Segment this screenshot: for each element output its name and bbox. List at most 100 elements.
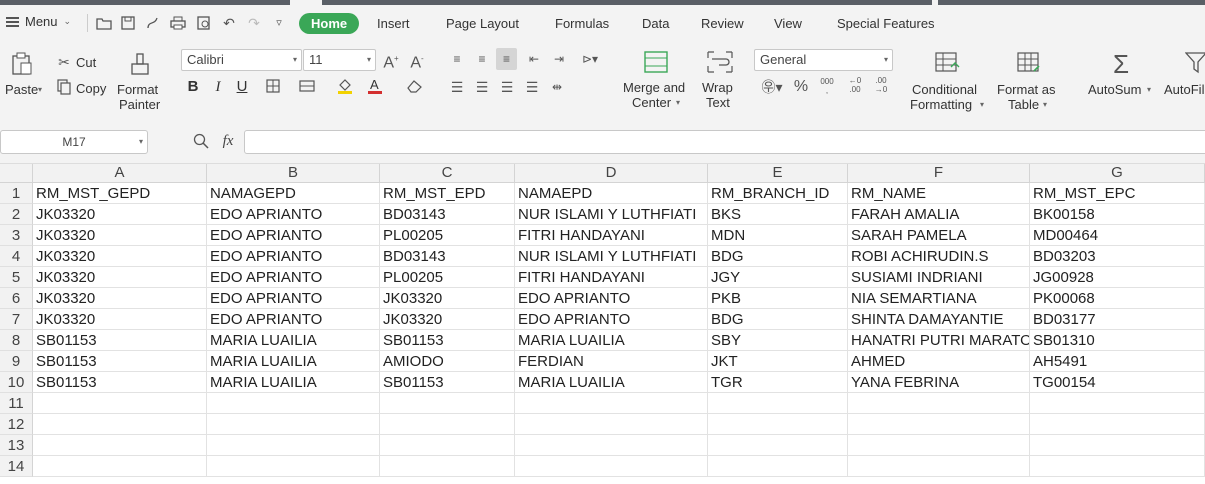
cell[interactable]: SB01153 bbox=[33, 330, 207, 351]
cell[interactable]: YANA FEBRINA bbox=[848, 372, 1030, 393]
cell[interactable]: RM_MST_EPD bbox=[380, 183, 515, 204]
tab-page-layout[interactable]: Page Layout bbox=[446, 16, 519, 31]
bold-button[interactable]: B bbox=[186, 78, 200, 96]
column-header[interactable]: F bbox=[848, 164, 1030, 183]
cell[interactable]: AHMED bbox=[848, 351, 1030, 372]
align-center-icon[interactable]: ☰ bbox=[474, 78, 490, 96]
cell[interactable]: SBY bbox=[708, 330, 848, 351]
column-header[interactable]: D bbox=[515, 164, 708, 183]
currency-format-icon[interactable]: ㉾▾ bbox=[759, 78, 785, 96]
cell[interactable] bbox=[207, 393, 380, 414]
tab-formulas[interactable]: Formulas bbox=[555, 16, 609, 31]
cell[interactable]: MARIA LUAILIA bbox=[515, 330, 708, 351]
cell[interactable]: BD03177 bbox=[1030, 309, 1205, 330]
cell[interactable]: NIA SEMARTIANA bbox=[848, 288, 1030, 309]
cell[interactable]: JK03320 bbox=[33, 288, 207, 309]
formula-input[interactable] bbox=[244, 130, 1205, 154]
print-preview-icon[interactable] bbox=[196, 15, 212, 31]
row-header[interactable]: 6 bbox=[0, 288, 33, 309]
cell[interactable] bbox=[380, 456, 515, 477]
cell[interactable]: SB01153 bbox=[33, 351, 207, 372]
customize-toolbar-icon[interactable]: ▿ bbox=[271, 15, 287, 31]
cell[interactable]: MARIA LUAILIA bbox=[207, 330, 380, 351]
cell[interactable] bbox=[1030, 393, 1205, 414]
align-bottom-icon[interactable]: ≡ bbox=[496, 48, 517, 70]
cell[interactable]: NAMAEPD bbox=[515, 183, 708, 204]
cell[interactable]: BDG bbox=[708, 309, 848, 330]
undo-icon[interactable]: ↶ bbox=[221, 15, 237, 31]
cell[interactable]: JGY bbox=[708, 267, 848, 288]
percent-icon[interactable]: % bbox=[793, 78, 809, 96]
cell[interactable] bbox=[515, 414, 708, 435]
cell[interactable]: MD00464 bbox=[1030, 225, 1205, 246]
row-header[interactable]: 12 bbox=[0, 414, 33, 435]
decrease-font-size-icon[interactable]: A- bbox=[408, 50, 426, 72]
cell[interactable]: BD03203 bbox=[1030, 246, 1205, 267]
cell-style-icon[interactable] bbox=[297, 78, 319, 99]
cell[interactable]: BK00158 bbox=[1030, 204, 1205, 225]
justify-icon[interactable]: ☰ bbox=[524, 78, 540, 96]
cell[interactable]: BD03143 bbox=[380, 246, 515, 267]
cell[interactable]: EDO APRIANTO bbox=[207, 225, 380, 246]
cell[interactable] bbox=[207, 414, 380, 435]
cell[interactable] bbox=[207, 435, 380, 456]
increase-indent-icon[interactable]: ⇥ bbox=[551, 50, 567, 68]
column-header[interactable]: A bbox=[33, 164, 207, 183]
number-format-select[interactable]: General ▾ bbox=[754, 49, 893, 71]
cell[interactable] bbox=[1030, 456, 1205, 477]
cell[interactable]: JK03320 bbox=[33, 246, 207, 267]
cell[interactable] bbox=[848, 435, 1030, 456]
distributed-icon[interactable]: ⇹ bbox=[548, 78, 566, 96]
row-header[interactable]: 2 bbox=[0, 204, 33, 225]
cell[interactable]: FITRI HANDAYANI bbox=[515, 225, 708, 246]
cell[interactable]: PK00068 bbox=[1030, 288, 1205, 309]
decrease-decimal-icon[interactable]: .00 →0 bbox=[871, 76, 891, 94]
cell[interactable]: MARIA LUAILIA bbox=[515, 372, 708, 393]
cell[interactable] bbox=[708, 435, 848, 456]
open-folder-icon[interactable] bbox=[96, 15, 112, 31]
cell[interactable]: EDO APRIANTO bbox=[207, 288, 380, 309]
cell[interactable]: FERDIAN bbox=[515, 351, 708, 372]
cell[interactable]: AH5491 bbox=[1030, 351, 1205, 372]
row-header[interactable]: 14 bbox=[0, 456, 33, 477]
cell[interactable]: JG00928 bbox=[1030, 267, 1205, 288]
insert-function-button[interactable]: fx bbox=[219, 132, 237, 150]
cell[interactable] bbox=[33, 393, 207, 414]
increase-decimal-icon[interactable]: ←0.00 bbox=[845, 76, 865, 94]
redo-icon[interactable]: ↷ bbox=[246, 15, 262, 31]
font-name-select[interactable]: Calibri ▾ bbox=[181, 49, 302, 71]
row-header[interactable]: 10 bbox=[0, 372, 33, 393]
cell[interactable]: MARIA LUAILIA bbox=[207, 351, 380, 372]
spreadsheet-grid[interactable]: A B C D E F G 1 RM_MST_GEPD NAMAGEPD RM_MST_EPD NAM… bbox=[0, 164, 1205, 484]
column-header[interactable]: C bbox=[380, 164, 515, 183]
cell[interactable] bbox=[515, 435, 708, 456]
borders-icon[interactable] bbox=[262, 78, 284, 99]
cell[interactable]: BDG bbox=[708, 246, 848, 267]
tab-insert[interactable]: Insert bbox=[377, 16, 410, 31]
cell[interactable]: PL00205 bbox=[380, 225, 515, 246]
align-right-icon[interactable]: ☰ bbox=[499, 78, 515, 96]
cell[interactable]: SB01310 bbox=[1030, 330, 1205, 351]
cell[interactable] bbox=[380, 393, 515, 414]
font-color-icon[interactable]: A bbox=[367, 77, 383, 100]
column-header[interactable]: E bbox=[708, 164, 848, 183]
row-header[interactable]: 11 bbox=[0, 393, 33, 414]
cell[interactable]: JK03320 bbox=[380, 309, 515, 330]
cell[interactable]: EDO APRIANTO bbox=[515, 309, 708, 330]
column-header[interactable]: B bbox=[207, 164, 380, 183]
cell[interactable] bbox=[1030, 435, 1205, 456]
cell[interactable]: TG00154 bbox=[1030, 372, 1205, 393]
print-icon[interactable] bbox=[170, 15, 186, 31]
cell[interactable] bbox=[380, 414, 515, 435]
cell[interactable]: AMIODO bbox=[380, 351, 515, 372]
row-header[interactable]: 9 bbox=[0, 351, 33, 372]
column-header[interactable]: G bbox=[1030, 164, 1205, 183]
cell[interactable]: PL00205 bbox=[380, 267, 515, 288]
cell[interactable]: NUR ISLAMI Y LUTHFIATI bbox=[515, 204, 708, 225]
cell[interactable]: JK03320 bbox=[33, 309, 207, 330]
cell[interactable]: SB01153 bbox=[33, 372, 207, 393]
zoom-formula-icon[interactable] bbox=[193, 133, 209, 154]
row-header[interactable]: 1 bbox=[0, 183, 33, 204]
cell[interactable]: BKS bbox=[708, 204, 848, 225]
cell[interactable]: JK03320 bbox=[33, 204, 207, 225]
